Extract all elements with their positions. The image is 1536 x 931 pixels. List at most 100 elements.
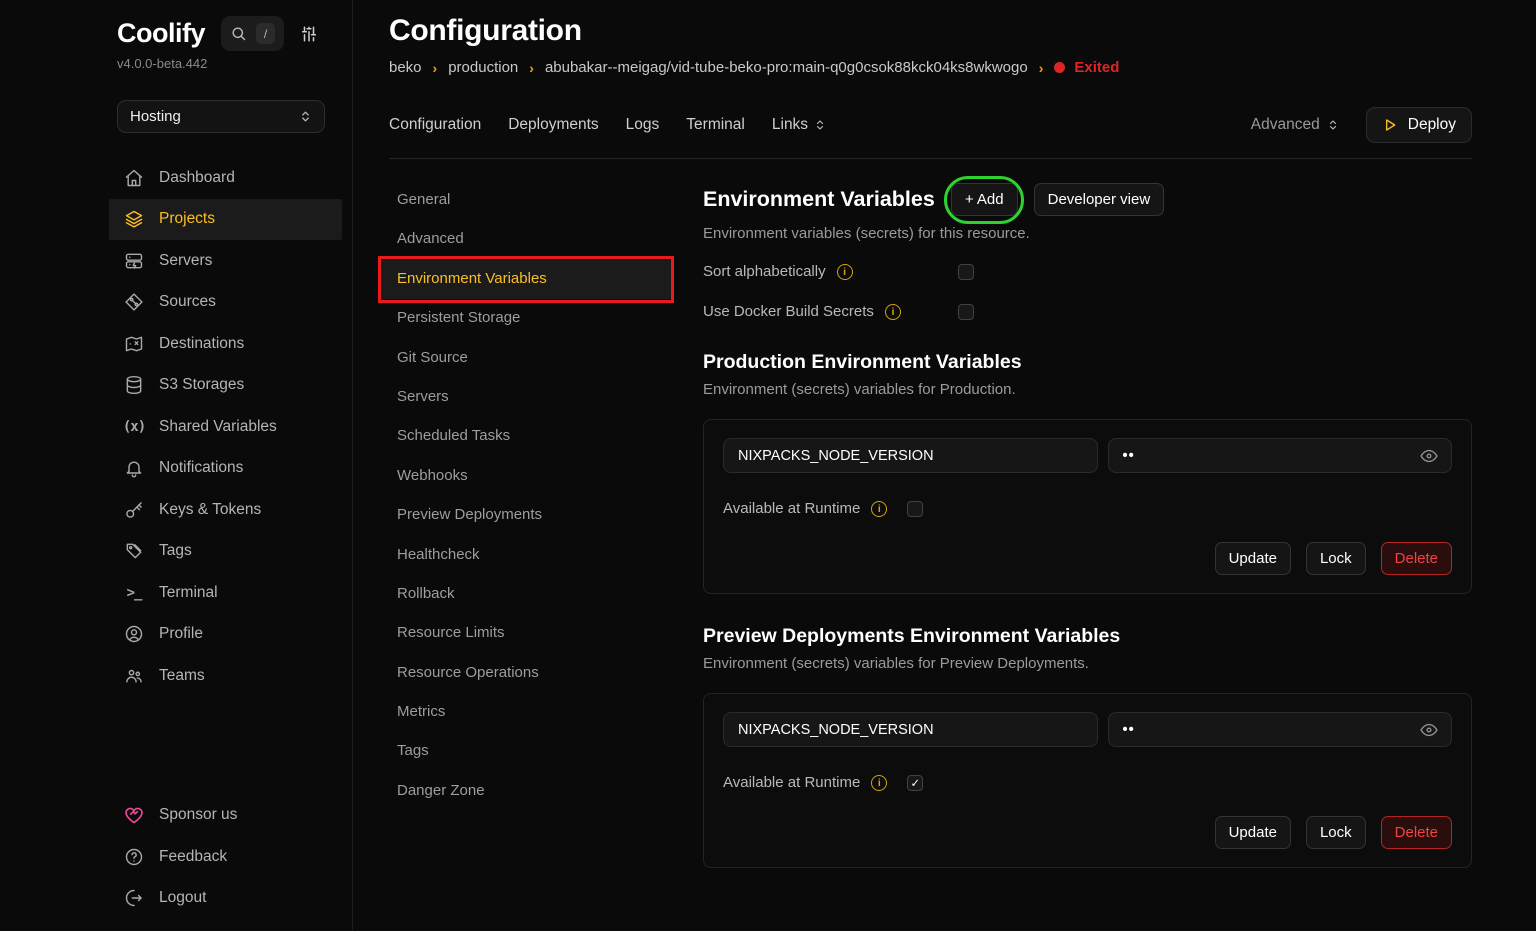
docker-build-secrets-row: Use Docker Build Secrets i [703, 303, 1472, 320]
panel-subtitle: Environment variables (secrets) for this… [703, 225, 1472, 242]
team-select[interactable]: Hosting [117, 100, 325, 133]
tab-terminal[interactable]: Terminal [686, 116, 745, 134]
subnav-danger-zone[interactable]: Danger Zone [381, 772, 671, 811]
chevron-right-icon: › [433, 60, 438, 76]
var-row [723, 438, 1452, 473]
sidebar-item-servers[interactable]: Servers [109, 240, 342, 282]
subnav-servers[interactable]: Servers [381, 378, 671, 417]
delete-button[interactable]: Delete [1381, 542, 1452, 575]
var-value-wrap [1108, 712, 1453, 747]
lock-button[interactable]: Lock [1306, 542, 1366, 575]
help-circle-icon [123, 847, 145, 867]
tab-links-label: Links [772, 116, 808, 134]
tab-links[interactable]: Links [772, 116, 826, 134]
var-value-input[interactable] [1108, 438, 1453, 473]
subnav-preview-deployments[interactable]: Preview Deployments [381, 496, 671, 535]
chevron-updown-icon [299, 110, 312, 123]
subnav-advanced[interactable]: Advanced [381, 220, 671, 259]
subnav-resource-operations[interactable]: Resource Operations [381, 654, 671, 693]
sidebar-item-shared-variables[interactable]: (x) Shared Variables [109, 406, 342, 448]
subnav-general[interactable]: General [381, 181, 671, 220]
available-at-runtime-label: Available at Runtime [723, 500, 860, 517]
sort-alphabetically-label: Sort alphabetically [703, 263, 826, 280]
database-icon [123, 375, 145, 395]
deploy-button[interactable]: Deploy [1366, 107, 1472, 143]
subnav-persistent-storage[interactable]: Persistent Storage [381, 299, 671, 338]
add-button[interactable]: + Add [951, 183, 1018, 216]
sidebar-item-logout[interactable]: Logout [109, 878, 342, 920]
sidebar-item-dashboard[interactable]: Dashboard [109, 157, 342, 199]
info-icon: i [885, 304, 901, 320]
subnav-resource-limits[interactable]: Resource Limits [381, 614, 671, 653]
subnav-rollback[interactable]: Rollback [381, 575, 671, 614]
chevron-right-icon: › [1039, 60, 1044, 76]
server-icon [123, 251, 145, 271]
subnav-tags[interactable]: Tags [381, 732, 671, 771]
sidebar-item-keys-tokens[interactable]: Keys & Tokens [109, 489, 342, 531]
docker-build-secrets-label: Use Docker Build Secrets [703, 303, 874, 320]
lock-button[interactable]: Lock [1306, 816, 1366, 849]
main-area: Configuration beko › production › abubak… [353, 0, 1536, 931]
eye-icon[interactable] [1419, 446, 1439, 466]
variable-icon: (x) [123, 419, 145, 435]
breadcrumb-resource[interactable]: abubakar--meigag/vid-tube-beko-pro:main-… [545, 59, 1028, 76]
var-name-input[interactable] [723, 438, 1098, 473]
bell-icon [123, 458, 145, 478]
sidebar-item-teams[interactable]: Teams [109, 655, 342, 697]
subnav-environment-variables[interactable]: Environment Variables [381, 260, 671, 299]
var-value-input[interactable] [1108, 712, 1453, 747]
sidebar-item-destinations[interactable]: Destinations [109, 323, 342, 365]
chevron-updown-icon [1327, 119, 1339, 131]
card-actions: Update Lock Delete [723, 542, 1452, 575]
developer-view-button[interactable]: Developer view [1034, 183, 1165, 216]
sidebar-item-terminal[interactable]: >_ Terminal [109, 572, 342, 614]
sidebar-item-projects[interactable]: Projects [109, 199, 342, 241]
subnav-metrics[interactable]: Metrics [381, 693, 671, 732]
sidebar-item-sponsor-us[interactable]: Sponsor us [109, 795, 342, 837]
settings-sliders-icon[interactable] [300, 24, 318, 44]
info-icon: i [871, 775, 887, 791]
sidebar-item-feedback[interactable]: Feedback [109, 836, 342, 878]
config-subnav: General Advanced Environment Variables P… [389, 181, 703, 931]
subnav-healthcheck[interactable]: Healthcheck [381, 536, 671, 575]
sidebar-item-s3-storages[interactable]: S3 Storages [109, 365, 342, 407]
sidebar-item-label: Tags [159, 542, 192, 560]
available-at-runtime-checkbox[interactable]: ✓ [907, 775, 923, 791]
subnav-label: Environment Variables [397, 270, 547, 287]
docker-build-secrets-checkbox[interactable] [958, 304, 974, 320]
eye-icon[interactable] [1419, 720, 1439, 740]
delete-button[interactable]: Delete [1381, 816, 1452, 849]
layers-icon [123, 209, 145, 229]
map-icon [123, 334, 145, 354]
tab-deployments[interactable]: Deployments [508, 116, 598, 134]
tab-logs[interactable]: Logs [626, 116, 660, 134]
available-at-runtime-checkbox[interactable] [907, 501, 923, 517]
update-button[interactable]: Update [1215, 816, 1291, 849]
advanced-dropdown[interactable]: Advanced [1251, 116, 1339, 134]
search-button[interactable]: / [221, 16, 284, 51]
card-actions: Update Lock Delete [723, 816, 1452, 849]
team-select-value: Hosting [130, 108, 181, 125]
sort-alphabetically-checkbox[interactable] [958, 264, 974, 280]
var-row [723, 712, 1452, 747]
sidebar-item-notifications[interactable]: Notifications [109, 448, 342, 490]
subnav-webhooks[interactable]: Webhooks [381, 457, 671, 496]
subnav-scheduled-tasks[interactable]: Scheduled Tasks [381, 417, 671, 456]
sidebar-item-tags[interactable]: Tags [109, 531, 342, 573]
sidebar-item-label: Projects [159, 210, 215, 228]
breadcrumb: beko › production › abubakar--meigag/vid… [389, 59, 1472, 76]
sidebar-item-sources[interactable]: Sources [109, 282, 342, 324]
app-version: v4.0.0-beta.442 [117, 56, 342, 71]
available-at-runtime-row: Available at Runtime i [723, 500, 1452, 517]
var-name-input[interactable] [723, 712, 1098, 747]
terminal-icon: >_ [123, 585, 145, 601]
update-button[interactable]: Update [1215, 542, 1291, 575]
breadcrumb-project[interactable]: beko [389, 59, 422, 76]
subnav-git-source[interactable]: Git Source [381, 339, 671, 378]
search-icon [230, 25, 247, 42]
sidebar-item-profile[interactable]: Profile [109, 614, 342, 656]
sidebar-item-label: Sponsor us [159, 806, 237, 824]
tab-configuration[interactable]: Configuration [389, 116, 481, 134]
breadcrumb-environment[interactable]: production [448, 59, 518, 76]
sidebar-footer: Sponsor us Feedback Logout [117, 795, 342, 920]
